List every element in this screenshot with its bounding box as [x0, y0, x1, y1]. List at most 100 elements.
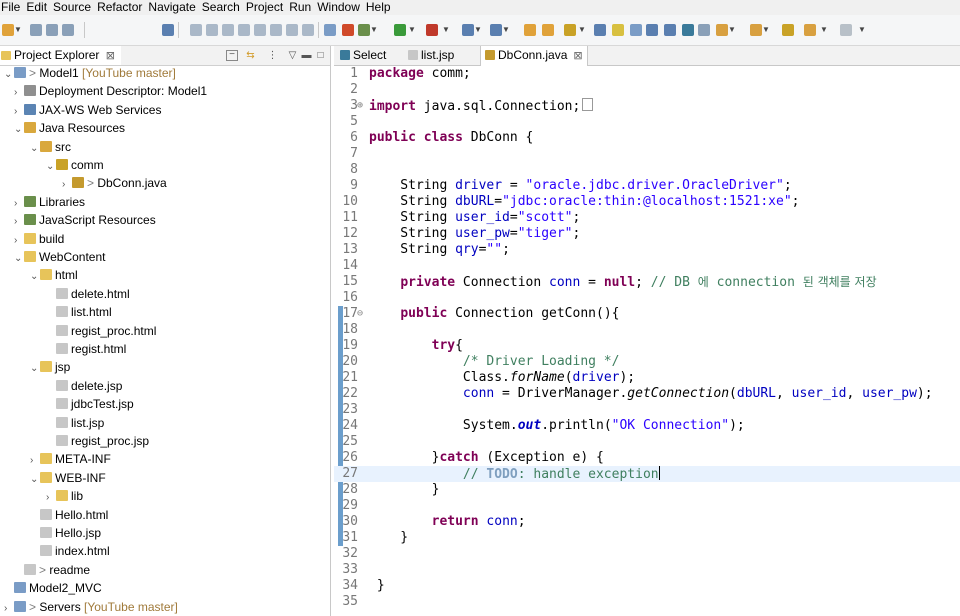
tree-item[interactable]: ⌄ WebContent [14, 248, 106, 266]
menu-window[interactable]: Window [314, 0, 363, 14]
expanded-chevron-icon[interactable]: ⌄ [30, 360, 40, 378]
new-java-class-icon[interactable] [594, 24, 606, 36]
tree-item[interactable]: list.html [46, 303, 112, 321]
expanded-chevron-icon[interactable]: ⌄ [30, 140, 40, 158]
step-over-icon[interactable] [270, 24, 282, 36]
tree-item[interactable]: delete.jsp [46, 377, 122, 395]
expanded-chevron-icon[interactable]: ⌄ [14, 250, 24, 268]
menu-edit[interactable]: Edit [23, 0, 50, 14]
expanded-chevron-icon[interactable]: ⌄ [4, 66, 14, 84]
code-area[interactable]: 1 package comm; 2 3 ⊕ import java.sql.Connect… [334, 66, 960, 616]
drop-to-frame-icon[interactable] [302, 24, 314, 36]
collapse-all-icon[interactable]: − [226, 50, 238, 61]
minimize-icon[interactable]: ▬ [300, 49, 313, 62]
suspend-icon[interactable] [206, 24, 218, 36]
collapsed-chevron-icon[interactable]: › [14, 103, 24, 121]
open-task-icon[interactable] [542, 24, 554, 36]
tree-item[interactable]: › Libraries [14, 193, 85, 211]
tab-select[interactable]: Select [336, 46, 390, 65]
menu-project[interactable]: Project [243, 0, 286, 14]
annotation-icon[interactable] [698, 24, 710, 36]
mark-occurrences-icon[interactable] [612, 24, 624, 36]
collapsed-chevron-icon[interactable]: › [46, 489, 56, 507]
tree-item[interactable]: ⌄ WEB-INF [30, 469, 106, 487]
dropdown-arrow-icon[interactable]: ▼ [762, 25, 770, 34]
tree-item[interactable]: jdbcTest.jsp [46, 395, 134, 413]
search-icon[interactable] [564, 24, 576, 36]
collapsed-chevron-icon[interactable]: › [14, 232, 24, 250]
save-all-icon[interactable] [46, 24, 58, 36]
menu-navigate[interactable]: Navigate [145, 0, 198, 14]
collapsed-chevron-icon[interactable]: › [14, 84, 24, 102]
last-edit-icon[interactable] [782, 24, 794, 36]
tree-item[interactable]: regist_proc.jsp [46, 432, 149, 450]
tree-item[interactable]: › JAX-WS Web Services [14, 101, 161, 119]
tree-item[interactable]: ⌄ html [30, 266, 78, 284]
tree-item[interactable]: Hello.html [30, 506, 108, 524]
open-type-icon[interactable] [524, 24, 536, 36]
skip-breakpoints-icon[interactable] [162, 24, 174, 36]
tree-item[interactable]: › lib [46, 487, 83, 505]
tree-item[interactable]: regist.html [46, 340, 126, 358]
expanded-chevron-icon[interactable]: ⌄ [30, 471, 40, 489]
tree-item[interactable]: ⌄ comm [46, 156, 104, 174]
tree-item[interactable]: ⌄ jsp [30, 358, 70, 376]
toggle-word-wrap-icon[interactable] [630, 24, 642, 36]
tree-item[interactable]: index.html [30, 542, 110, 560]
step-return-icon[interactable] [286, 24, 298, 36]
dropdown-arrow-icon[interactable]: ▼ [502, 25, 510, 34]
folded-block-icon[interactable] [582, 98, 594, 111]
collapsed-chevron-icon[interactable]: › [4, 600, 14, 616]
tree-item[interactable]: › > DbConn.java [62, 174, 167, 192]
menu-file[interactable]: File [0, 0, 23, 14]
block-selection-icon[interactable] [646, 24, 658, 36]
collapse-fold-icon[interactable]: ⊖ [357, 306, 363, 322]
toggle-mode-icon[interactable] [324, 24, 336, 36]
menu-refactor[interactable]: Refactor [94, 0, 145, 14]
tree-item[interactable]: ⌄ src [30, 138, 71, 156]
back-icon[interactable] [804, 24, 816, 36]
menu-help[interactable]: Help [363, 0, 394, 14]
forward-icon[interactable] [840, 24, 852, 36]
tree-item[interactable]: ⌄ Java Resources [14, 119, 125, 137]
expanded-chevron-icon[interactable]: ⌄ [14, 121, 24, 139]
new-wizard-icon[interactable] [2, 24, 14, 36]
tree-item[interactable]: › META-INF [30, 450, 111, 468]
tree-item[interactable]: Model2_MVC [4, 579, 102, 597]
menu-source[interactable]: Source [50, 0, 94, 14]
coverage-icon[interactable] [462, 24, 474, 36]
terminate-icon[interactable] [222, 24, 234, 36]
dropdown-arrow-icon[interactable]: ▼ [474, 25, 482, 34]
resume-icon[interactable] [190, 24, 202, 36]
collapsed-chevron-icon[interactable]: › [14, 195, 24, 213]
tree-item[interactable]: ⌄ > Model1 [YouTube master] [4, 64, 176, 82]
collapsed-chevron-icon[interactable]: › [14, 213, 24, 231]
link-with-editor-icon[interactable]: ⇆ [244, 49, 257, 62]
view-menu-chevron-icon[interactable]: ▽ [286, 49, 299, 62]
menu-search[interactable]: Search [199, 0, 243, 14]
previous-annotation-icon[interactable] [750, 24, 762, 36]
build-icon[interactable] [342, 24, 354, 36]
print-icon[interactable] [62, 24, 74, 36]
dropdown-arrow-icon[interactable]: ▼ [14, 25, 22, 34]
dropdown-arrow-icon[interactable]: ▼ [728, 25, 736, 34]
tools-icon[interactable] [358, 24, 370, 36]
expanded-chevron-icon[interactable]: ⌄ [30, 268, 40, 286]
dropdown-arrow-icon[interactable]: ▼ [858, 25, 866, 34]
tree-item[interactable]: › JavaScript Resources [14, 211, 156, 229]
collapsed-chevron-icon[interactable]: › [30, 452, 40, 470]
dropdown-arrow-icon[interactable]: ▼ [578, 25, 586, 34]
tree-item[interactable]: delete.html [46, 285, 130, 303]
tree-item[interactable]: › > Servers [YouTube master] [4, 598, 178, 616]
tree-item[interactable]: list.jsp [46, 414, 104, 432]
expanded-chevron-icon[interactable]: ⌄ [46, 158, 56, 176]
disconnect-icon[interactable] [238, 24, 250, 36]
menu-run[interactable]: Run [286, 0, 314, 14]
dropdown-arrow-icon[interactable]: ▼ [408, 25, 416, 34]
tab-list-jsp[interactable]: list.jsp [404, 46, 458, 65]
web-browser-icon[interactable] [682, 24, 694, 36]
step-into-icon[interactable] [254, 24, 266, 36]
tree-item[interactable]: > readme [14, 561, 90, 579]
tree-item[interactable]: › Deployment Descriptor: Model1 [14, 82, 207, 100]
dropdown-arrow-icon[interactable]: ▼ [370, 25, 378, 34]
